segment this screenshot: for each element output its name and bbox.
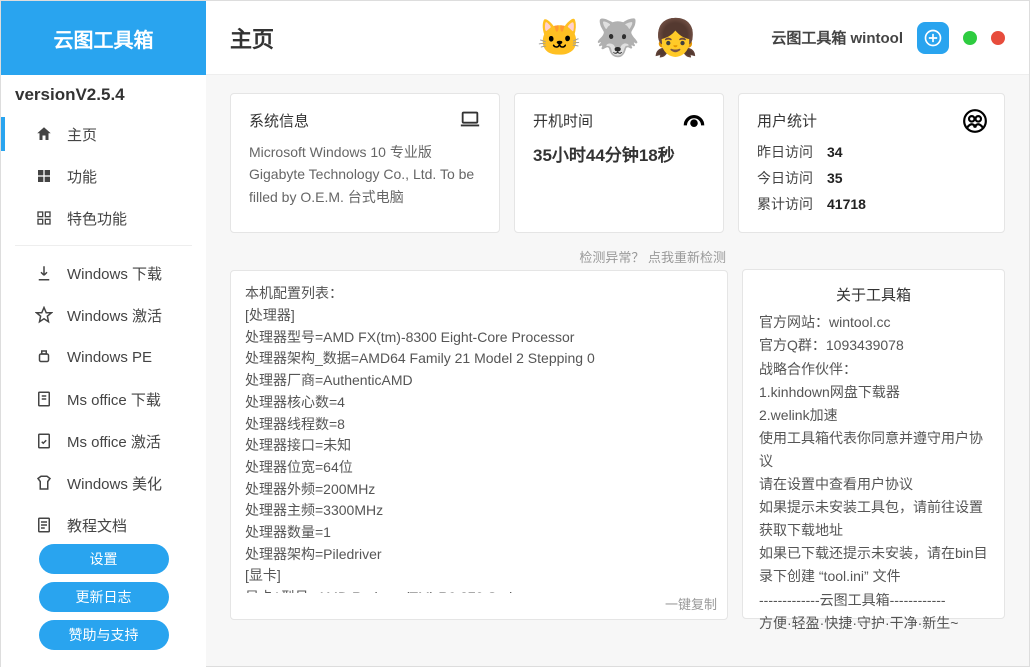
nav-label: 主页 <box>67 124 97 145</box>
boot-card: 开机时间 35小时44分钟18秒 <box>514 93 724 233</box>
sidebar-bottom-buttons: 设置 更新日志 赞助与支持 <box>1 544 206 650</box>
config-box: 本机配置列表： [处理器] 处理器型号=AMD FX(tm)-8300 Eigh… <box>230 270 728 620</box>
version-label: versionV2.5.4 <box>1 75 206 113</box>
grid-icon <box>33 165 55 187</box>
download-icon <box>33 262 55 284</box>
sysinfo-card: 系统信息 Microsoft Windows 10 专业版 Gigabyte T… <box>230 93 500 233</box>
stats-card: 用户统计 昨日访问34 今日访问35 累计访问41718 <box>738 93 1005 233</box>
tool-label: Windows 激活 <box>67 305 162 326</box>
tool-windows-activate[interactable]: Windows 激活 <box>1 294 206 336</box>
tool-label: Windows 美化 <box>67 473 162 494</box>
stats-title: 用户统计 <box>757 110 986 131</box>
below-row: 检测异常？ 点我重新检测 本机配置列表： [处理器] 处理器型号=AMD FX(… <box>206 233 1029 638</box>
tool-label: 教程文档 <box>67 515 127 536</box>
tool-label: Ms office 激活 <box>67 431 161 452</box>
topbar-right: 云图工具箱 wintool <box>771 22 1005 54</box>
nav-label: 特色功能 <box>67 208 127 229</box>
stats-value: 41718 <box>827 193 866 217</box>
stats-label: 昨日访问 <box>757 141 827 165</box>
stats-value: 34 <box>827 141 843 165</box>
stats-value: 35 <box>827 167 843 191</box>
nav-special[interactable]: 特色功能 <box>1 197 206 239</box>
about-title: 关于工具箱 <box>759 284 988 305</box>
boot-value: 35小时44分钟18秒 <box>533 141 705 166</box>
mascot-2-icon: 🐺 <box>590 10 646 66</box>
config-text[interactable]: 本机配置列表： [处理器] 处理器型号=AMD FX(tm)-8300 Eigh… <box>245 283 713 593</box>
divider <box>15 245 192 246</box>
about-box: 关于工具箱 官方网站：wintool.cc 官方Q群：1093439078 战略… <box>742 269 1005 619</box>
redetect-link[interactable]: 点我重新检测 <box>648 250 726 265</box>
tool-label: Windows 下载 <box>67 263 162 284</box>
stats-row-today: 今日访问35 <box>757 167 986 191</box>
sysinfo-title: 系统信息 <box>249 110 481 131</box>
minimize-button[interactable] <box>963 31 977 45</box>
sidebar: 云图工具箱 versionV2.5.4 主页 功能 特色功能 Windows 下… <box>1 1 206 668</box>
tool-windows-download[interactable]: Windows 下载 <box>1 252 206 294</box>
page-title: 主页 <box>230 22 274 54</box>
shirt-icon <box>33 472 55 494</box>
users-icon <box>962 108 988 134</box>
tool-windows-beautify[interactable]: Windows 美化 <box>1 462 206 504</box>
stats-label: 今日访问 <box>757 167 827 191</box>
detect-label: 检测异常？ <box>579 250 644 265</box>
sidebar-title: 云图工具箱 <box>1 1 206 75</box>
close-button[interactable] <box>991 31 1005 45</box>
about-text: 官方网站：wintool.cc 官方Q群：1093439078 战略合作伙伴： … <box>759 311 988 634</box>
apps-icon <box>33 207 55 229</box>
tool-label: Windows PE <box>67 349 152 366</box>
mascot-1-icon: 🐱 <box>532 10 588 66</box>
support-button[interactable]: 赞助与支持 <box>39 620 169 650</box>
content-area: 主页 🐱 🐺 👧 云图工具箱 wintool 系统信息 Microsoft Wi… <box>206 1 1029 666</box>
brand-icon <box>917 22 949 54</box>
laptop-icon <box>457 108 483 130</box>
file-text-icon <box>33 514 55 536</box>
usb-icon <box>33 346 55 368</box>
home-icon <box>33 123 55 145</box>
topbar: 主页 🐱 🐺 👧 云图工具箱 wintool <box>206 1 1029 75</box>
copy-button[interactable]: 一键复制 <box>665 594 717 613</box>
tool-windows-pe[interactable]: Windows PE <box>1 336 206 378</box>
tool-office-activate[interactable]: Ms office 激活 <box>1 420 206 462</box>
settings-button[interactable]: 设置 <box>39 544 169 574</box>
sysinfo-text: Microsoft Windows 10 专业版 Gigabyte Techno… <box>249 141 481 208</box>
changelog-button[interactable]: 更新日志 <box>39 582 169 612</box>
stats-label: 累计访问 <box>757 193 827 217</box>
stats-row-yesterday: 昨日访问34 <box>757 141 986 165</box>
stats-row-total: 累计访问41718 <box>757 193 986 217</box>
star-icon <box>33 304 55 326</box>
tool-docs[interactable]: 教程文档 <box>1 504 206 546</box>
mascot-row: 🐱 🐺 👧 <box>532 10 704 66</box>
nav-home[interactable]: 主页 <box>1 113 206 155</box>
boot-title: 开机时间 <box>533 110 705 131</box>
mascot-3-icon: 👧 <box>648 10 704 66</box>
tool-office-download[interactable]: Ms office 下载 <box>1 378 206 420</box>
detect-bar: 检测异常？ 点我重新检测 <box>230 243 728 270</box>
nav-label: 功能 <box>67 166 97 187</box>
document-check-icon <box>33 430 55 452</box>
tool-label: Ms office 下载 <box>67 389 161 410</box>
config-column: 检测异常？ 点我重新检测 本机配置列表： [处理器] 处理器型号=AMD FX(… <box>230 243 728 620</box>
brand-label: 云图工具箱 wintool <box>771 27 903 48</box>
nav-features[interactable]: 功能 <box>1 155 206 197</box>
cards-row: 系统信息 Microsoft Windows 10 专业版 Gigabyte T… <box>206 75 1029 233</box>
gauge-icon <box>681 108 707 134</box>
document-icon <box>33 388 55 410</box>
